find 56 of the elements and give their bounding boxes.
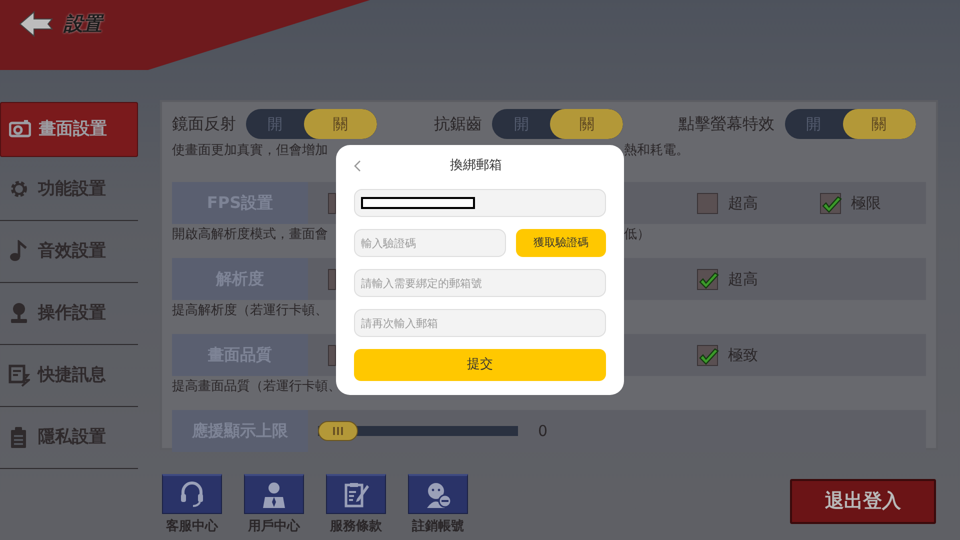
code-input-field[interactable]: 輸入驗證碼 bbox=[354, 229, 506, 257]
description-text: 低） bbox=[624, 226, 650, 244]
document-edit-icon bbox=[342, 480, 370, 508]
grip-icon bbox=[333, 426, 343, 436]
link-label[interactable]: 用戶中心 bbox=[248, 517, 300, 536]
email-field[interactable] bbox=[354, 189, 606, 217]
email-input-field[interactable]: 請輸入需要綁定的郵箱號 bbox=[354, 269, 606, 297]
sidebar-tab[interactable]: 畫面設置 bbox=[0, 102, 138, 157]
checkbox[interactable] bbox=[328, 268, 336, 290]
link-button[interactable] bbox=[244, 474, 304, 514]
description-text: 熱和耗電。 bbox=[624, 142, 689, 160]
checkbox[interactable] bbox=[697, 268, 718, 290]
check-icon bbox=[698, 346, 720, 366]
option-label: 極致 bbox=[728, 344, 758, 366]
user-icon bbox=[260, 480, 288, 508]
link-label[interactable]: 服務條款 bbox=[330, 517, 382, 536]
link-button[interactable] bbox=[408, 474, 468, 514]
joystick-icon bbox=[8, 302, 30, 325]
check-icon bbox=[698, 270, 720, 290]
edit-icon bbox=[8, 364, 30, 387]
checkbox[interactable] bbox=[328, 344, 336, 366]
description-text: 開啟高解析度模式，畫面會 bbox=[172, 227, 328, 242]
toggle-label: 鏡面反射 bbox=[172, 113, 236, 135]
logout-button[interactable]: 退出登入 bbox=[790, 479, 936, 524]
option-label: 極限 bbox=[851, 192, 881, 214]
dialog-title: 換綁郵箱 bbox=[450, 157, 502, 176]
slider-value: 0 bbox=[538, 420, 548, 442]
page-title: 設置 bbox=[64, 12, 102, 37]
option-label: 超高 bbox=[728, 268, 758, 290]
sidebar-tab[interactable]: 快捷訊息 bbox=[0, 345, 138, 407]
user-remove-icon bbox=[424, 480, 452, 508]
toggle-label: 點擊螢幕特效 bbox=[678, 113, 775, 135]
link-label[interactable]: 註銷帳號 bbox=[412, 517, 464, 536]
link-button[interactable] bbox=[326, 474, 386, 514]
headset-icon bbox=[178, 480, 206, 508]
option-label: 超高 bbox=[728, 192, 758, 214]
checkbox[interactable] bbox=[328, 192, 336, 214]
back-chevron-icon[interactable] bbox=[354, 160, 362, 172]
toggle-label: 抗鋸齒 bbox=[434, 113, 482, 135]
get-code-button[interactable]: 獲取驗證碼 bbox=[516, 229, 606, 257]
sidebar-tab[interactable]: 隱私設置 bbox=[0, 407, 138, 469]
checkbox[interactable] bbox=[820, 192, 841, 214]
check-icon bbox=[821, 194, 843, 214]
email-input-field[interactable]: 請再次輸入郵箱 bbox=[354, 309, 606, 337]
sidebar-tab[interactable]: 操作設置 bbox=[0, 283, 138, 345]
checkbox[interactable] bbox=[697, 344, 718, 366]
back-arrow-icon[interactable] bbox=[18, 10, 54, 38]
description-text: 使畫面更加真實，但會增加 bbox=[172, 143, 328, 158]
checkbox[interactable] bbox=[697, 192, 718, 214]
sidebar-tab[interactable]: 音效設置 bbox=[0, 221, 138, 283]
link-label[interactable]: 客服中心 bbox=[166, 517, 218, 536]
link-button[interactable] bbox=[162, 474, 222, 514]
slider-thumb[interactable] bbox=[318, 421, 358, 441]
description-text: 提高解析度（若運行卡頓、 bbox=[172, 303, 328, 318]
description-text: 提高畫面品質（若運行卡頓、 bbox=[172, 379, 341, 394]
submit-button[interactable]: 提交 bbox=[354, 349, 606, 381]
